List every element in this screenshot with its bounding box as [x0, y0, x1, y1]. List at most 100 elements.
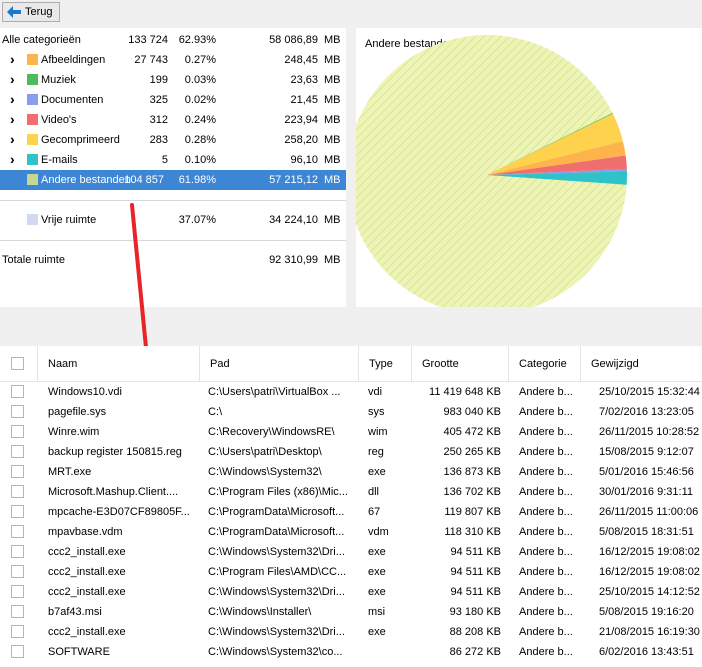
category-size: 258,20	[284, 134, 318, 146]
file-category: Andere b...	[519, 506, 573, 518]
row-checkbox[interactable]	[11, 585, 24, 598]
file-size: 250 265 KB	[443, 446, 502, 458]
row-checkbox[interactable]	[11, 405, 24, 418]
chevron-right-icon[interactable]: ›	[10, 51, 18, 67]
file-size: 93 180 KB	[449, 606, 501, 618]
column-header-type[interactable]: Type	[359, 346, 412, 382]
table-row[interactable]: ccc2_install.exe C:\Windows\System32\Dri.…	[0, 582, 702, 602]
category-count: 5	[161, 154, 168, 166]
file-type: vdm	[368, 526, 389, 538]
table-row[interactable]: Microsoft.Mashup.Client.... C:\Program Fi…	[0, 482, 702, 502]
category-label: Totale ruimte	[2, 254, 65, 266]
file-category: Andere b...	[519, 626, 573, 638]
back-button[interactable]: Terug	[2, 2, 60, 22]
file-modified: 15/08/2015 9:12:07	[599, 446, 694, 458]
category-row[interactable]: › Documenten 325 0.02% 21,45 MB	[0, 90, 346, 110]
file-category: Andere b...	[519, 486, 573, 498]
table-row[interactable]: SOFTWARE C:\Windows\System32\co... 86 272 …	[0, 642, 702, 662]
file-table: Naam Pad Type Grootte Categorie Gewijzig…	[0, 346, 702, 667]
row-checkbox[interactable]	[11, 565, 24, 578]
category-label: Alle categorieën	[2, 34, 81, 46]
row-checkbox[interactable]	[11, 385, 24, 398]
table-row[interactable]: Winre.wim C:\Recovery\WindowsRE\ wim 405 47…	[0, 422, 702, 442]
row-checkbox[interactable]	[11, 485, 24, 498]
category-row-free-space[interactable]: Vrije ruimte 37.07% 34 224,10 MB	[0, 210, 346, 230]
row-checkbox[interactable]	[11, 465, 24, 478]
category-swatch	[27, 74, 38, 85]
table-row[interactable]: pagefile.sys C:\ sys 983 040 KB Andere b... 7…	[0, 402, 702, 422]
select-all-checkbox[interactable]	[11, 357, 24, 370]
category-count: 325	[149, 94, 168, 106]
file-path: C:\Windows\System32\	[208, 466, 322, 478]
file-category: Andere b...	[519, 406, 573, 418]
category-count: 199	[149, 74, 168, 86]
row-checkbox[interactable]	[11, 525, 24, 538]
back-button-label: Terug	[25, 6, 53, 18]
row-checkbox[interactable]	[11, 625, 24, 638]
file-size: 86 272 KB	[449, 646, 501, 658]
file-modified: 7/02/2016 13:23:05	[599, 406, 694, 418]
row-checkbox[interactable]	[11, 425, 24, 438]
category-label: E-mails	[41, 154, 78, 166]
column-header-size[interactable]: Grootte	[412, 346, 509, 382]
chevron-right-icon[interactable]: ›	[10, 131, 18, 147]
row-checkbox[interactable]	[11, 505, 24, 518]
column-header-name[interactable]: Naam	[38, 346, 200, 382]
category-swatch	[27, 114, 38, 125]
file-type: exe	[368, 626, 386, 638]
category-percent: 0.28%	[184, 134, 216, 146]
category-label: Muziek	[41, 74, 76, 86]
row-checkbox[interactable]	[11, 605, 24, 618]
file-modified: 5/01/2016 15:46:56	[599, 466, 694, 478]
column-header-category[interactable]: Categorie	[509, 346, 581, 382]
table-row[interactable]: ccc2_install.exe C:\Windows\System32\Dri.…	[0, 542, 702, 562]
file-size: 88 208 KB	[449, 626, 501, 638]
file-size: 94 511 KB	[450, 546, 501, 558]
file-modified: 5/08/2015 19:16:20	[599, 606, 694, 618]
file-modified: 21/08/2015 16:19:30	[599, 626, 700, 638]
category-row[interactable]: › Muziek 199 0.03% 23,63 MB	[0, 70, 346, 90]
file-path: C:\Windows\System32\Dri...	[208, 626, 345, 638]
chevron-right-icon[interactable]: ›	[10, 91, 18, 107]
divider	[0, 200, 346, 201]
chevron-right-icon[interactable]: ›	[10, 111, 18, 127]
category-count: 133 724	[128, 34, 168, 46]
chevron-right-icon[interactable]: ›	[10, 151, 18, 167]
category-row-all[interactable]: Alle categorieën 133 724 62.93% 58 086,8…	[0, 30, 346, 50]
file-category: Andere b...	[519, 446, 573, 458]
table-row[interactable]: mpavbase.vdm C:\ProgramData\Microsoft... v…	[0, 522, 702, 542]
row-checkbox[interactable]	[11, 545, 24, 558]
file-name: ccc2_install.exe	[48, 626, 126, 638]
category-row[interactable]: › Video's 312 0.24% 223,94 MB	[0, 110, 346, 130]
category-row[interactable]: › Afbeeldingen 27 743 0.27% 248,45 MB	[0, 50, 346, 70]
category-row[interactable]: › Gecomprimeerd 283 0.28% 258,20 MB	[0, 130, 346, 150]
chevron-right-icon[interactable]: ›	[10, 71, 18, 87]
file-path: C:\Recovery\WindowsRE\	[208, 426, 335, 438]
file-name: Winre.wim	[48, 426, 100, 438]
table-row[interactable]: b7af43.msi C:\Windows\Installer\ msi 93 180…	[0, 602, 702, 622]
table-row[interactable]: ccc2_install.exe C:\Windows\System32\Dri.…	[0, 622, 702, 642]
file-size: 119 807 KB	[444, 506, 501, 518]
column-header-path[interactable]: Pad	[200, 346, 359, 382]
table-row[interactable]: ccc2_install.exe C:\Program Files\AMD\CC.…	[0, 562, 702, 582]
file-category: Andere b...	[519, 466, 573, 478]
select-all-column[interactable]	[0, 346, 38, 382]
table-row[interactable]: mpcache-E3D07CF89805F... C:\ProgramData\M…	[0, 502, 702, 522]
table-row[interactable]: backup register 150815.reg C:\Users\patri…	[0, 442, 702, 462]
category-unit: MB	[324, 74, 341, 86]
row-checkbox[interactable]	[11, 445, 24, 458]
category-percent: 62.93%	[178, 34, 216, 46]
file-modified: 5/08/2015 18:31:51	[599, 526, 694, 538]
column-header-modified[interactable]: Gewijzigd	[581, 346, 702, 382]
category-size: 96,10	[290, 154, 318, 166]
divider	[0, 240, 346, 241]
category-size: 92 310,99	[269, 254, 318, 266]
category-row[interactable]: Andere bestanden 104 857 61.98% 57 215,12 MB	[0, 170, 346, 190]
file-size: 136 702 KB	[443, 486, 502, 498]
category-count: 104 857	[124, 174, 164, 186]
table-row[interactable]: Windows10.vdi C:\Users\patri\VirtualBox .…	[0, 382, 702, 402]
category-row[interactable]: › E-mails 5 0.10% 96,10 MB	[0, 150, 346, 170]
category-unit: MB	[324, 54, 341, 66]
table-row[interactable]: MRT.exe C:\Windows\System32\ exe 136 873 KB…	[0, 462, 702, 482]
row-checkbox[interactable]	[11, 645, 24, 658]
